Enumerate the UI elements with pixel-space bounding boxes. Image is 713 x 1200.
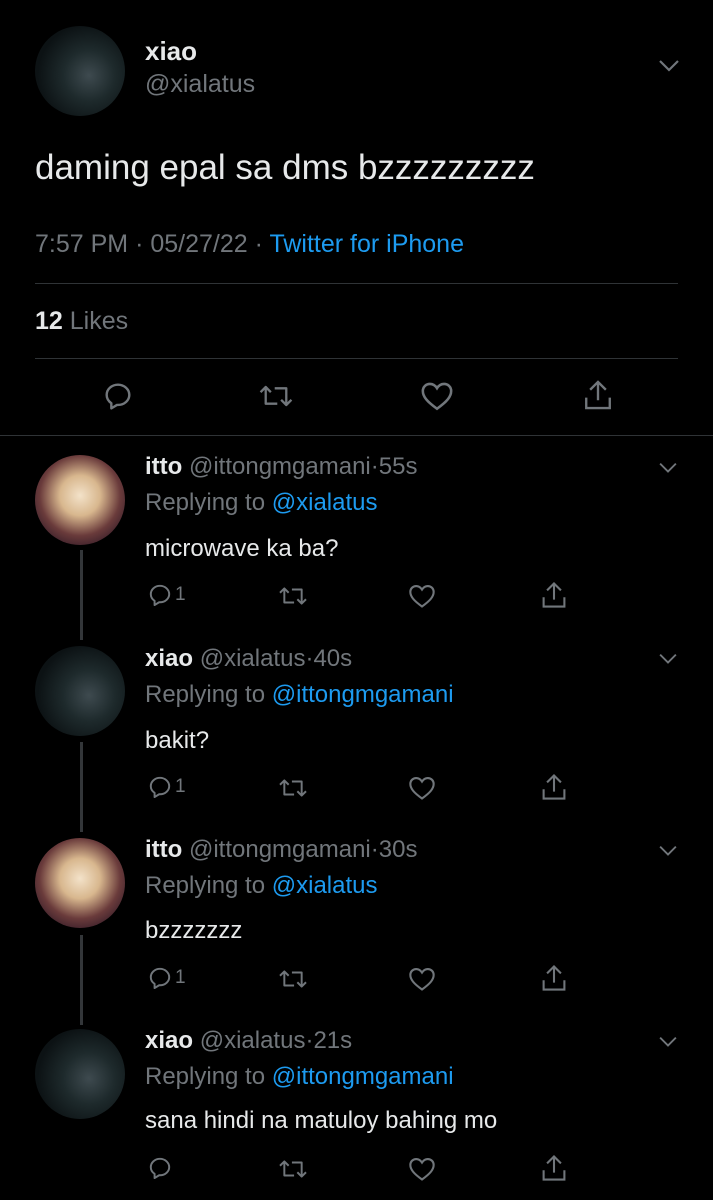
likes-stat[interactable]: 12 Likes xyxy=(35,307,128,336)
share-icon[interactable] xyxy=(540,772,568,802)
share-icon[interactable] xyxy=(540,963,568,993)
replying-to-handle[interactable]: @xialatus xyxy=(272,872,378,899)
meta-separator: · xyxy=(370,453,379,480)
retweet-icon[interactable] xyxy=(277,1156,309,1182)
reply-button[interactable]: 1 xyxy=(147,965,186,991)
like-icon[interactable] xyxy=(420,380,454,412)
divider xyxy=(35,358,678,359)
reply-avatar[interactable] xyxy=(35,455,125,545)
likes-count: 12 xyxy=(35,307,63,335)
chevron-down-icon[interactable] xyxy=(658,58,680,74)
replying-to: Replying to @xialatus xyxy=(145,489,378,517)
reply-icon xyxy=(149,967,171,990)
reply-text: microwave ka ba? xyxy=(145,535,339,562)
replying-to-label: Replying to xyxy=(145,1063,266,1090)
reply-icon xyxy=(149,1157,171,1180)
retweet-icon[interactable] xyxy=(277,966,309,992)
main-author-handle[interactable]: @xialatus xyxy=(145,70,255,99)
main-tweet-text: daming epal sa dms bzzzzzzzzz xyxy=(35,148,535,187)
reply-avatar[interactable] xyxy=(35,1029,125,1119)
reply-header: xiao @xialatus·40s xyxy=(145,645,352,673)
replying-to: Replying to @ittongmgamani xyxy=(145,681,454,709)
like-icon[interactable] xyxy=(408,1156,436,1182)
reply-count: 1 xyxy=(175,776,186,797)
replying-to-label: Replying to xyxy=(145,872,266,899)
retweet-icon[interactable] xyxy=(277,775,309,801)
reply-icon xyxy=(149,776,171,799)
reply-avatar[interactable] xyxy=(35,838,125,928)
meta-separator: · xyxy=(370,836,379,863)
divider xyxy=(35,283,678,284)
reply-text: bzzzzzzz xyxy=(145,917,243,944)
chevron-down-icon[interactable] xyxy=(658,461,678,475)
thread-line xyxy=(80,935,83,1025)
reply-author-handle[interactable]: @ittongmgamani xyxy=(189,836,371,863)
replying-to-handle[interactable]: @ittongmgamani xyxy=(272,681,454,708)
chevron-down-icon[interactable] xyxy=(658,844,678,858)
meta-separator: · xyxy=(135,230,144,258)
replying-to: Replying to @ittongmgamani xyxy=(145,1063,454,1091)
likes-label: Likes xyxy=(69,307,129,335)
share-icon[interactable] xyxy=(540,1153,568,1183)
reply-button[interactable]: 1 xyxy=(147,582,186,608)
main-avatar[interactable] xyxy=(35,26,125,116)
reply-button[interactable]: 1 xyxy=(147,774,186,800)
retweet-icon[interactable] xyxy=(258,380,294,412)
replying-to-label: Replying to xyxy=(145,489,266,516)
reply-button[interactable] xyxy=(147,1155,175,1181)
reply-icon[interactable] xyxy=(102,380,134,412)
like-icon[interactable] xyxy=(408,583,436,609)
replying-to-handle[interactable]: @ittongmgamani xyxy=(272,1063,454,1090)
retweet-icon[interactable] xyxy=(277,583,309,609)
reply-author-name[interactable]: itto xyxy=(145,836,182,863)
main-tweet-date: 05/27/22 xyxy=(150,230,248,258)
chevron-down-icon[interactable] xyxy=(658,652,678,666)
divider xyxy=(0,435,713,436)
reply-author-handle[interactable]: @xialatus xyxy=(200,645,306,672)
thread-line xyxy=(80,550,83,640)
share-icon[interactable] xyxy=(540,580,568,610)
like-icon[interactable] xyxy=(408,775,436,801)
replying-to: Replying to @xialatus xyxy=(145,872,378,900)
reply-text: sana hindi na matuloy bahing mo xyxy=(145,1107,498,1134)
reply-icon xyxy=(149,584,171,607)
replying-to-handle[interactable]: @xialatus xyxy=(272,489,378,516)
chevron-down-icon[interactable] xyxy=(658,1035,678,1049)
meta-separator: · xyxy=(254,230,263,258)
reply-time: 30s xyxy=(378,836,418,863)
like-icon[interactable] xyxy=(408,966,436,992)
reply-header: xiao @xialatus·21s xyxy=(145,1027,352,1055)
reply-author-handle[interactable]: @xialatus xyxy=(200,1027,306,1054)
replying-to-label: Replying to xyxy=(145,681,266,708)
reply-time: 55s xyxy=(378,453,418,480)
main-author-name[interactable]: xiao xyxy=(145,36,197,67)
reply-count: 1 xyxy=(175,967,186,988)
reply-time: 21s xyxy=(313,1027,353,1054)
reply-avatar[interactable] xyxy=(35,646,125,736)
main-tweet-meta: 7:57 PM · 05/27/22 · Twitter for iPhone xyxy=(35,230,464,259)
reply-author-handle[interactable]: @ittongmgamani xyxy=(189,453,371,480)
reply-author-name[interactable]: itto xyxy=(145,453,182,480)
reply-text: bakit? xyxy=(145,727,210,754)
thread-line xyxy=(80,742,83,832)
main-tweet-source[interactable]: Twitter for iPhone xyxy=(269,230,464,258)
reply-header: itto @ittongmgamani·55s xyxy=(145,453,417,481)
reply-time: 40s xyxy=(313,645,353,672)
share-icon[interactable] xyxy=(582,378,614,412)
reply-author-name[interactable]: xiao xyxy=(145,645,193,672)
reply-author-name[interactable]: xiao xyxy=(145,1027,193,1054)
reply-header: itto @ittongmgamani·30s xyxy=(145,836,417,864)
reply-count: 1 xyxy=(175,584,186,605)
main-tweet-time: 7:57 PM xyxy=(35,230,129,258)
